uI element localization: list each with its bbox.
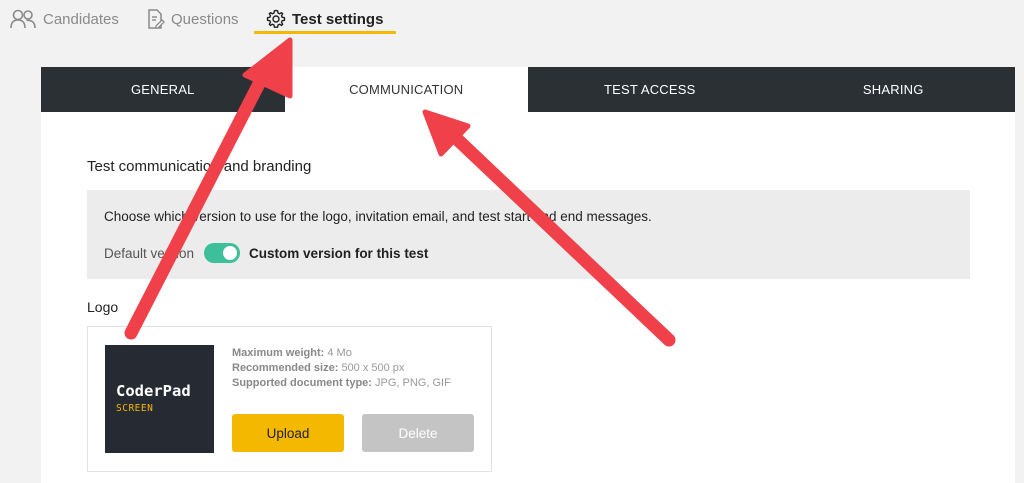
spec-size-value: 500 x 500 px xyxy=(341,362,405,374)
logo-preview-name: CoderPad xyxy=(116,382,191,400)
spec-type-value: JPG, PNG, GIF xyxy=(375,377,451,389)
tab-test-access[interactable]: TEST ACCESS xyxy=(528,67,772,112)
version-toggle-row: Default version Custom version for this … xyxy=(104,242,428,264)
nav-questions[interactable]: Questions xyxy=(147,4,239,34)
default-version-label: Default version xyxy=(104,245,195,261)
logo-title: Logo xyxy=(87,299,119,315)
version-info-text: Choose which version to use for the logo… xyxy=(104,209,652,224)
spec-type-label: Supported document type: xyxy=(232,377,372,389)
logo-preview: CoderPad SCREEN xyxy=(105,345,214,453)
upload-button[interactable]: Upload xyxy=(232,414,344,452)
nav-candidates[interactable]: Candidates xyxy=(10,4,119,34)
delete-button[interactable]: Delete xyxy=(362,414,474,452)
spec-weight-value: 4 Mo xyxy=(327,347,352,359)
logo-preview-subtitle: SCREEN xyxy=(116,403,154,414)
users-icon xyxy=(10,9,36,29)
spec-type: Supported document type: JPG, PNG, GIF xyxy=(232,376,451,391)
nav-questions-label: Questions xyxy=(171,10,239,28)
gear-icon xyxy=(266,9,286,28)
spec-weight: Maximum weight: 4 Mo xyxy=(232,346,451,361)
active-nav-underline xyxy=(254,31,396,34)
version-toggle[interactable] xyxy=(204,243,241,263)
nav-test-settings[interactable]: Test settings xyxy=(266,4,383,34)
nav-test-settings-label: Test settings xyxy=(292,10,384,28)
spec-size-label: Recommended size: xyxy=(232,362,339,374)
logo-specs: Maximum weight: 4 Mo Recommended size: 5… xyxy=(232,346,451,391)
logo-card: CoderPad SCREEN Maximum weight: 4 Mo Rec… xyxy=(87,326,492,472)
settings-tabs: GENERAL COMMUNICATION TEST ACCESS SHARIN… xyxy=(41,67,1015,112)
top-navigation: Candidates Questions Test settings xyxy=(0,0,1024,40)
document-edit-icon xyxy=(148,9,165,29)
tab-general[interactable]: GENERAL xyxy=(41,67,285,112)
tab-communication[interactable]: COMMUNICATION xyxy=(284,67,528,112)
custom-version-label: Custom version for this test xyxy=(249,245,429,261)
toggle-knob xyxy=(223,246,238,260)
settings-panel: GENERAL COMMUNICATION TEST ACCESS SHARIN… xyxy=(41,67,1015,483)
spec-size: Recommended size: 500 x 500 px xyxy=(232,361,451,376)
nav-candidates-label: Candidates xyxy=(43,10,119,28)
tab-sharing[interactable]: SHARING xyxy=(771,67,1015,112)
spec-weight-label: Maximum weight: xyxy=(232,347,325,359)
section-title: Test communication and branding xyxy=(87,158,312,175)
version-info-box: Choose which version to use for the logo… xyxy=(87,190,970,279)
